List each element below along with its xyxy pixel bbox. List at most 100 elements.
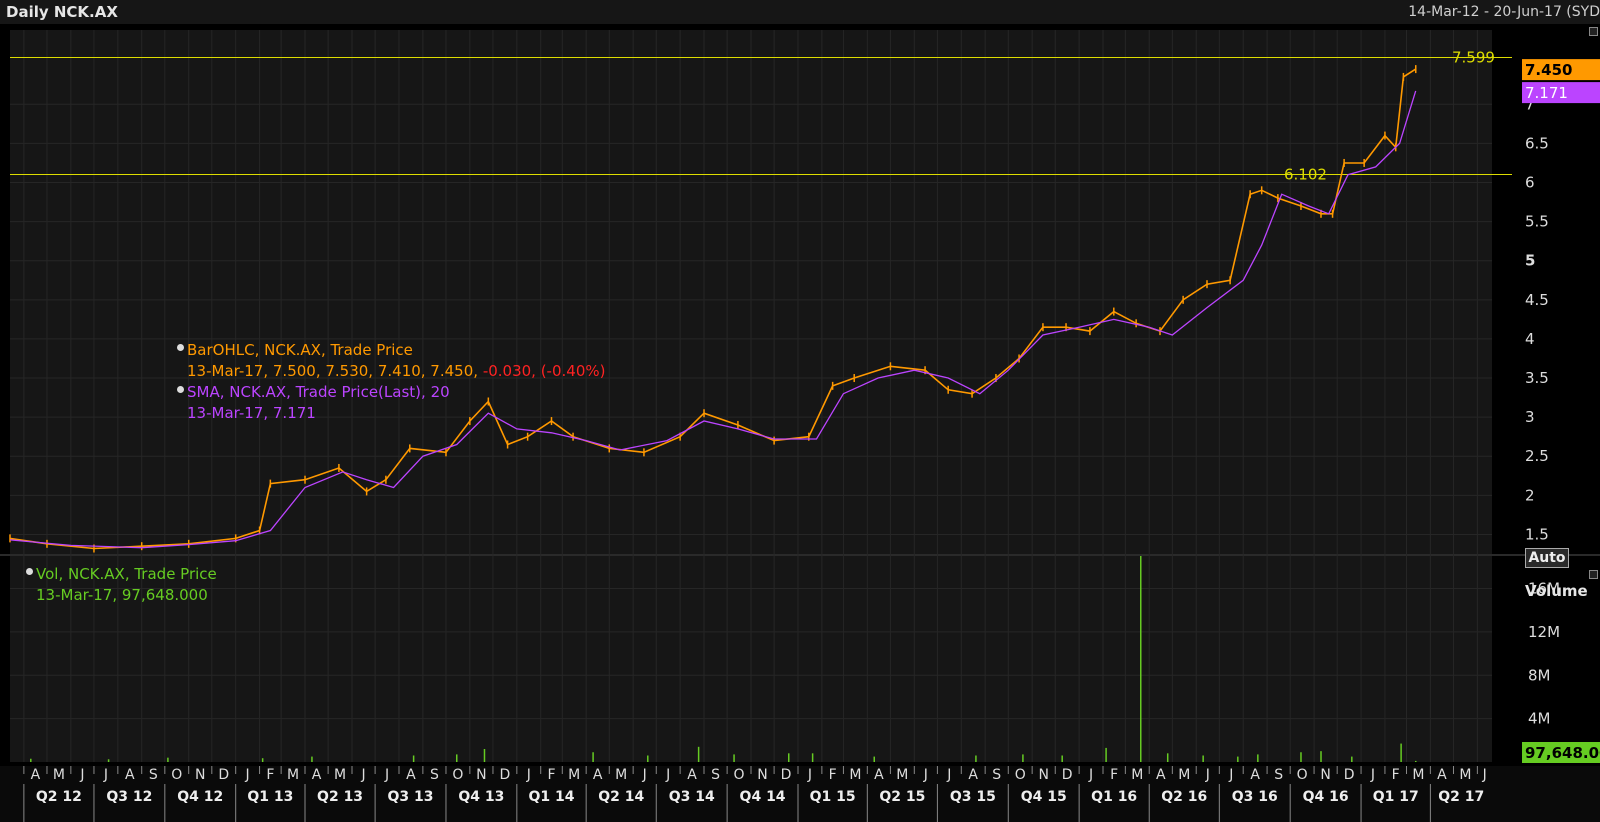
month-label: A [312, 767, 322, 783]
month-label: M [1412, 767, 1424, 783]
quarter-label: Q2 13 [317, 789, 363, 805]
volume-tick-label: 8M [1528, 666, 1551, 684]
title-bar: Daily NCK.AX 14-Mar-12 - 20-Jun-17 (SYD [0, 0, 1600, 24]
month-label: M [1178, 767, 1190, 783]
quarter-label: Q4 15 [1021, 789, 1067, 805]
price-tick-label: 4.5 [1525, 291, 1549, 309]
last-sma-tag-text: 7.171 [1525, 84, 1568, 102]
quarter-label: Q2 16 [1161, 789, 1207, 805]
month-label: A [968, 767, 978, 783]
month-label: M [615, 767, 627, 783]
month-label: D [218, 767, 229, 783]
month-label: J [384, 767, 389, 783]
month-label: M [568, 767, 580, 783]
ohlc-legend[interactable]: BarOHLC, NCK.AX, Trade Price 13-Mar-17, … [177, 340, 605, 424]
month-label: S [711, 767, 720, 783]
price-tick-label: 5.5 [1525, 213, 1549, 231]
quarter-label: Q1 13 [247, 789, 293, 805]
last-price-tag-text: 7.450 [1525, 61, 1572, 79]
month-label: S [1274, 767, 1283, 783]
pane-menu-icon[interactable] [1589, 570, 1598, 579]
month-label: J [245, 767, 250, 783]
quarter-label: Q2 17 [1438, 789, 1484, 805]
volume-legend[interactable]: Vol, NCK.AX, Trade Price 13-Mar-17, 97,6… [26, 564, 217, 606]
month-label: S [430, 767, 439, 783]
month-label: J [360, 767, 365, 783]
month-label: O [452, 767, 463, 783]
month-label: S [992, 767, 1001, 783]
month-label: M [1131, 767, 1143, 783]
quarter-label: Q4 12 [177, 789, 223, 805]
month-label: N [195, 767, 205, 783]
auto-scale-button[interactable]: Auto [1525, 548, 1569, 568]
month-label: J [1228, 767, 1233, 783]
volume-tick-label: 4M [1528, 710, 1551, 728]
price-tick-label: 2.5 [1525, 447, 1549, 465]
month-label: N [1320, 767, 1330, 783]
price-tick-label: 2 [1525, 486, 1535, 504]
quarter-label: Q1 15 [810, 789, 856, 805]
quarter-label: Q4 16 [1303, 789, 1349, 805]
month-label: O [734, 767, 745, 783]
month-label: F [266, 767, 274, 783]
month-label: J [946, 767, 951, 783]
month-label: O [1297, 767, 1308, 783]
month-label: J [923, 767, 928, 783]
quarter-label: Q2 14 [598, 789, 644, 805]
date-range: 14-Mar-12 - 20-Jun-17 (SYD [1408, 4, 1600, 20]
volume-tick-label: 12M [1528, 623, 1560, 641]
month-label: F [829, 767, 837, 783]
price-tick-label: 6 [1525, 174, 1535, 192]
price-axis: 1.522.533.544.555.566.57 [1525, 95, 1549, 543]
sma-legend-values: 13-Mar-17, 7.171 [187, 404, 316, 422]
month-label: A [125, 767, 135, 783]
month-label: J [642, 767, 647, 783]
month-label: A [1437, 767, 1447, 783]
month-label: O [1015, 767, 1026, 783]
quarter-label: Q3 16 [1232, 789, 1278, 805]
quarter-label: Q2 15 [879, 789, 925, 805]
collapse-icon[interactable] [177, 386, 184, 393]
last-price-tag: 7.450 [1522, 59, 1600, 81]
volume-legend-values: 13-Mar-17, 97,648.000 [36, 586, 208, 604]
time-axis: AMJJASONDJFMAMJJASONDJFMAMJJASONDJFMAMJJ… [0, 766, 1600, 822]
month-label: D [781, 767, 792, 783]
quarter-label: Q4 14 [740, 789, 786, 805]
price-tick-label: 1.5 [1525, 525, 1549, 543]
quarter-label: Q3 12 [106, 789, 152, 805]
price-tick-label: 3 [1525, 408, 1535, 426]
month-label: M [53, 767, 65, 783]
month-label: J [1370, 767, 1375, 783]
pane-menu-icon[interactable] [1589, 27, 1598, 36]
horizontal-line-label: 7.599 [1452, 48, 1495, 66]
month-label: N [1038, 767, 1048, 783]
month-label: J [103, 767, 108, 783]
collapse-icon[interactable] [26, 568, 33, 575]
price-tick-label: 3.5 [1525, 369, 1549, 387]
month-label: J [1088, 767, 1093, 783]
month-label: A [1156, 767, 1166, 783]
month-label: N [476, 767, 486, 783]
month-label: F [1392, 767, 1400, 783]
quarter-label: Q3 13 [388, 789, 434, 805]
month-label: J [79, 767, 84, 783]
quarter-label: Q3 15 [950, 789, 996, 805]
month-label: M [896, 767, 908, 783]
last-volume-tag-text: 97,648.00 [1525, 744, 1600, 762]
month-label: M [849, 767, 861, 783]
price-tick-label: 6.5 [1525, 134, 1549, 152]
ohlc-legend-change: -0.030, (-0.40%) [482, 362, 606, 380]
last-volume-tag: 97,648.00 [1522, 742, 1600, 763]
volume-axis: 4M8M12M16M [1528, 580, 1560, 728]
month-label: O [171, 767, 182, 783]
collapse-icon[interactable] [177, 344, 184, 351]
last-sma-tag: 7.171 [1522, 82, 1600, 104]
quarter-label: Q1 17 [1373, 789, 1419, 805]
month-label: A [593, 767, 603, 783]
sma-legend-period: 20 [430, 383, 450, 401]
month-label: J [665, 767, 670, 783]
sma-legend-title: SMA, NCK.AX, Trade Price(Last), [187, 383, 426, 401]
month-label: A [874, 767, 884, 783]
month-label: N [757, 767, 767, 783]
month-label: F [1110, 767, 1118, 783]
